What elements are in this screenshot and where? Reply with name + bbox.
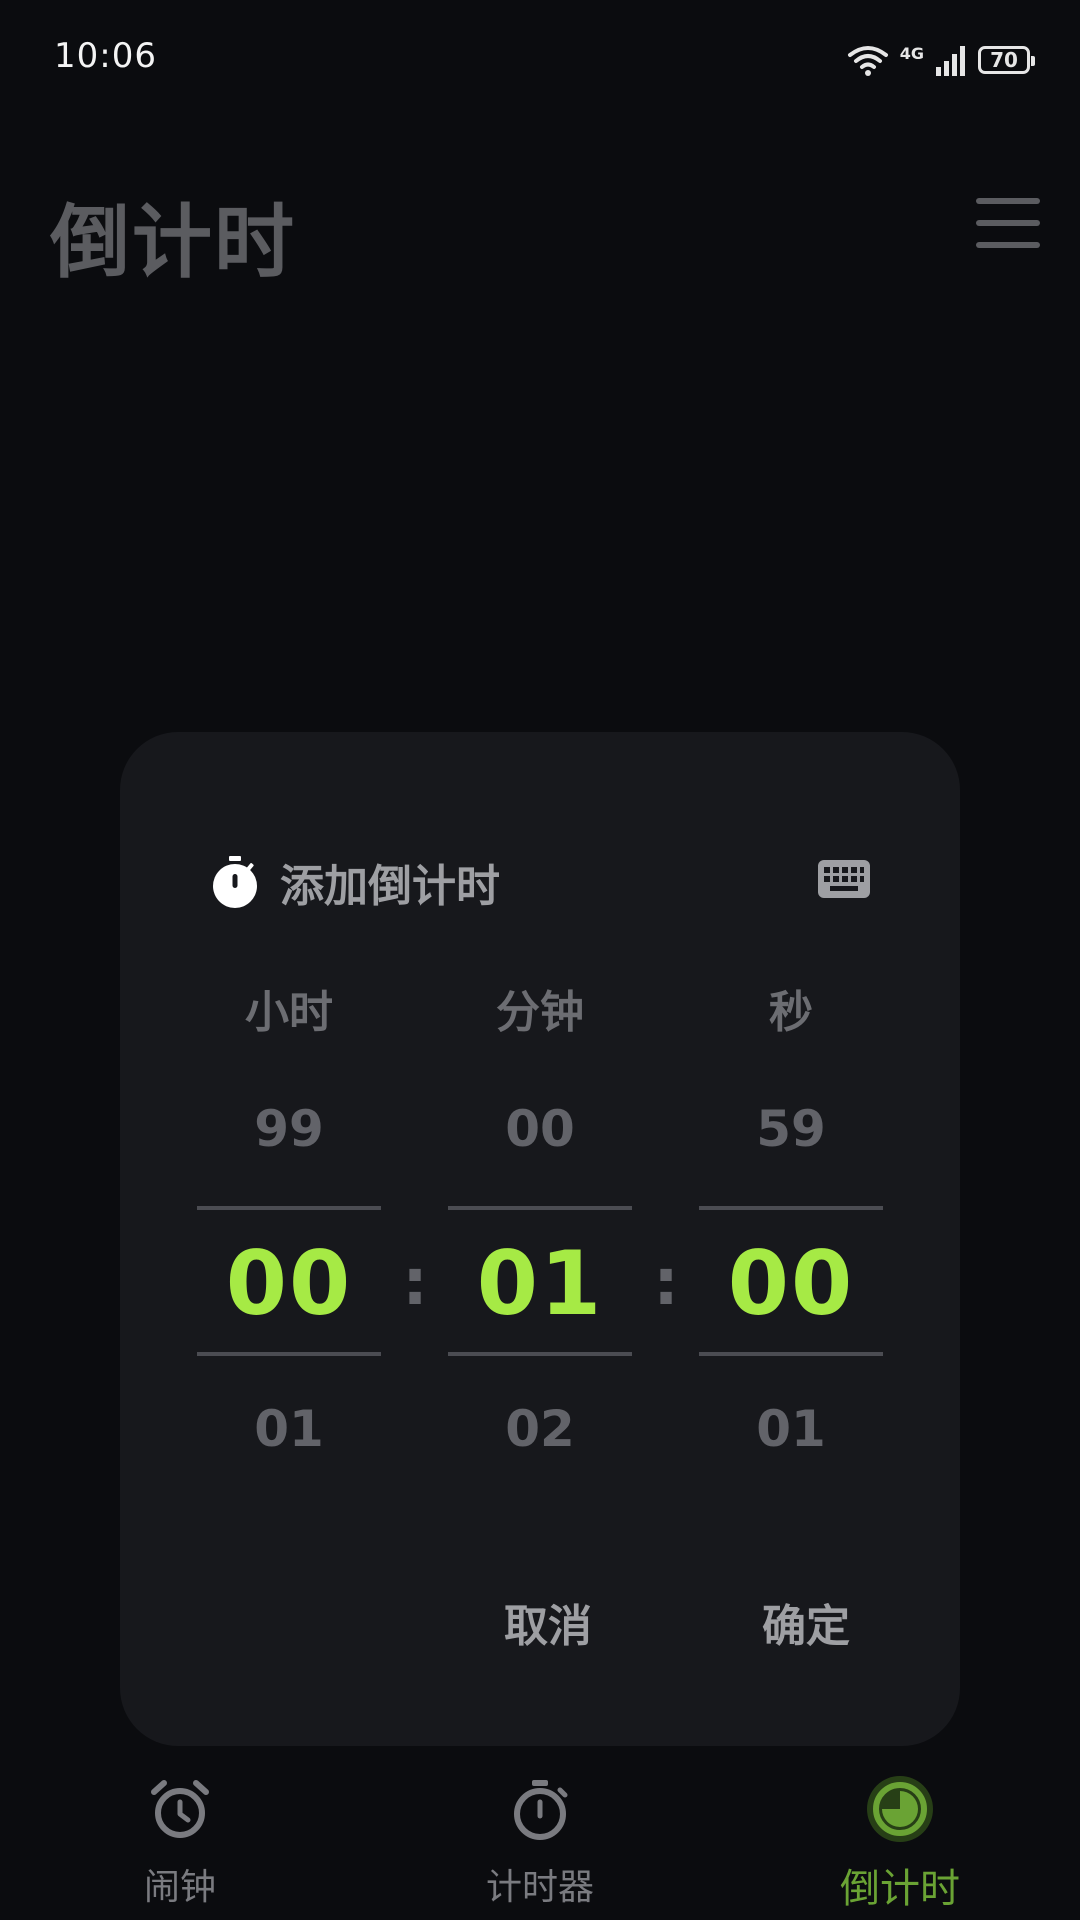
- confirm-button[interactable]: 确定: [762, 1590, 850, 1654]
- menu-icon-bar: [976, 242, 1040, 248]
- menu-icon-bar: [976, 220, 1040, 226]
- seconds-label: 秒: [769, 987, 813, 1038]
- hours-bottom-divider: [197, 1352, 381, 1356]
- nav-item-countdown[interactable]: 倒计时: [800, 1760, 1000, 1920]
- hours-top-divider: [197, 1206, 381, 1210]
- wifi-icon: [847, 46, 888, 76]
- seconds-top-divider: [699, 1206, 883, 1210]
- minutes-label: 分钟: [496, 987, 584, 1038]
- hours-wheel-selected[interactable]: 00: [197, 1232, 381, 1335]
- menu-icon-bar: [976, 198, 1040, 204]
- nav-label-alarm: 闹钟: [143, 1867, 216, 1908]
- minutes-bottom-divider: [448, 1352, 632, 1356]
- nav-item-stopwatch[interactable]: 计时器: [440, 1760, 640, 1920]
- nav-label-countdown: 倒计时: [840, 1866, 960, 1912]
- countdown-icon: [867, 1776, 933, 1842]
- seconds-wheel-above[interactable]: 59: [699, 1100, 883, 1158]
- network-type-label: 4G: [899, 43, 924, 63]
- nav-label-stopwatch: 计时器: [485, 1867, 594, 1908]
- hours-wheel-below[interactable]: 01: [197, 1400, 381, 1458]
- stopwatch-icon: [514, 1780, 568, 1840]
- minutes-wheel-above[interactable]: 00: [448, 1100, 632, 1158]
- hours-label: 小时: [245, 987, 333, 1038]
- cancel-button[interactable]: 取消: [504, 1590, 592, 1654]
- battery-icon: 70: [978, 46, 1035, 74]
- bottom-nav: 闹钟 计时器 倒计时: [0, 1760, 1080, 1920]
- seconds-wheel-selected[interactable]: 00: [699, 1232, 883, 1335]
- stopwatch-icon: [213, 856, 257, 908]
- status-time: 10:06: [54, 36, 157, 76]
- status-bar: 10:06 4G 70: [0, 0, 1080, 120]
- status-icons: 4G 70: [846, 40, 1035, 80]
- menu-button[interactable]: [976, 198, 1040, 248]
- keyboard-icon[interactable]: [818, 860, 870, 898]
- nav-item-alarm[interactable]: 闹钟: [80, 1760, 280, 1920]
- hours-wheel-above[interactable]: 99: [197, 1100, 381, 1158]
- seconds-bottom-divider: [699, 1352, 883, 1356]
- time-separator: :: [653, 1246, 679, 1320]
- dialog-header: 添加倒计时: [210, 850, 870, 914]
- minutes-top-divider: [448, 1206, 632, 1210]
- time-separator: :: [402, 1246, 428, 1320]
- add-countdown-dialog: 添加倒计时 小时 分钟 秒 99 00 01 : 00 01 02 : 59 0…: [120, 732, 960, 1746]
- battery-level: 70: [990, 48, 1018, 72]
- dialog-title: 添加倒计时: [280, 861, 500, 912]
- minutes-wheel-selected[interactable]: 01: [448, 1232, 632, 1335]
- page-title: 倒计时: [50, 196, 296, 289]
- seconds-wheel-below[interactable]: 01: [699, 1400, 883, 1458]
- alarm-clock-icon: [151, 1780, 209, 1838]
- signal-icon: [936, 46, 965, 76]
- minutes-wheel-below[interactable]: 02: [448, 1400, 632, 1458]
